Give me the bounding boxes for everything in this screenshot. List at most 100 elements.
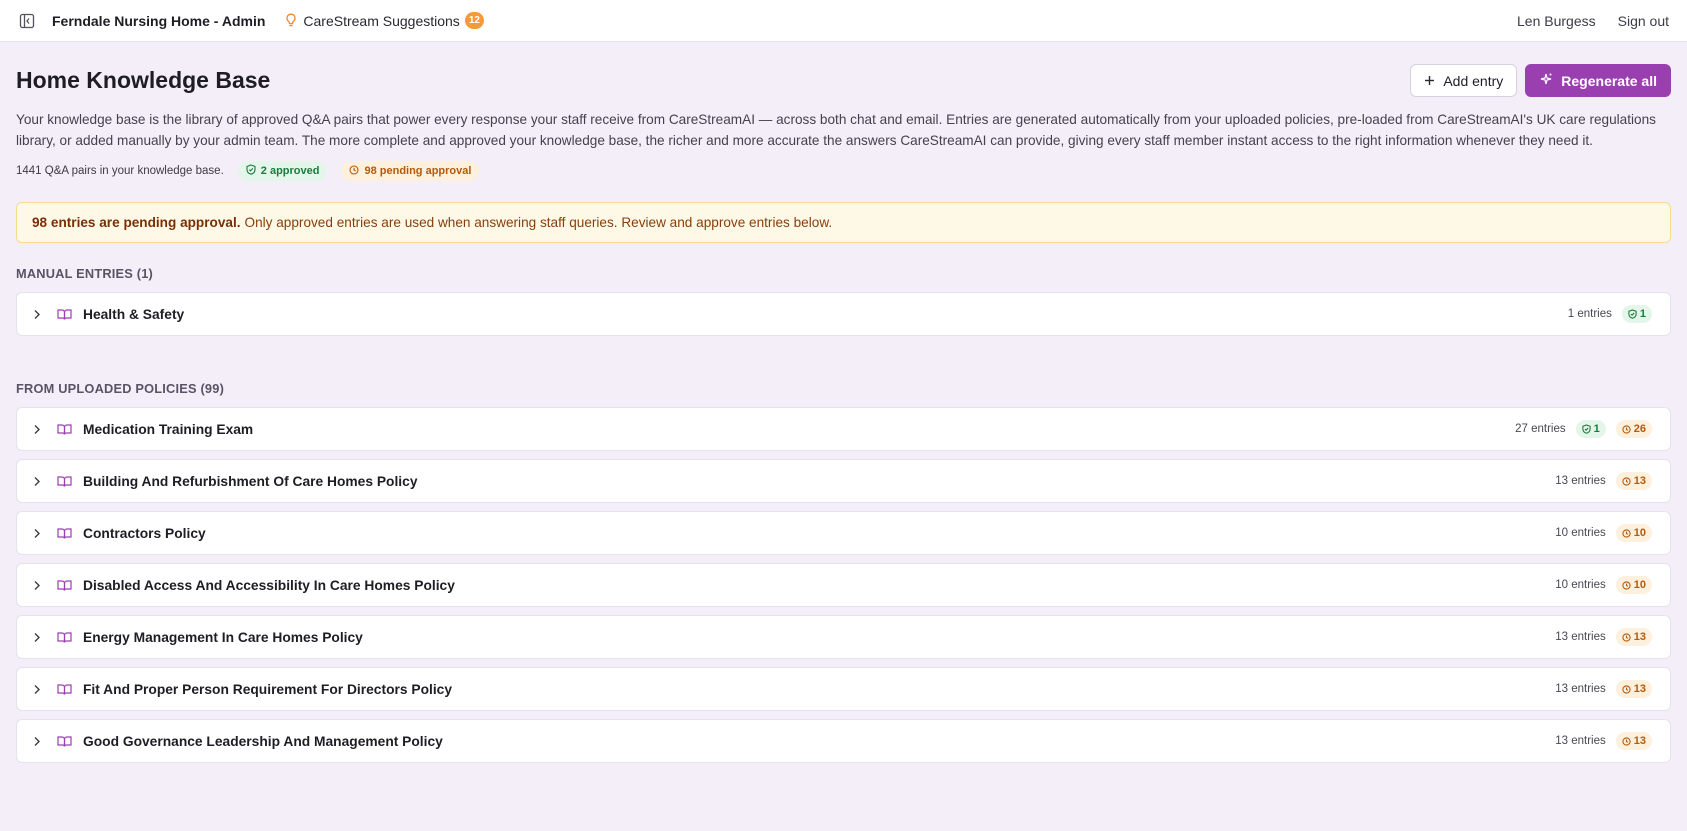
main-content: Home Knowledge Base Add entry Regenerate… — [0, 64, 1687, 763]
header-actions: Add entry Regenerate all — [1410, 64, 1671, 97]
add-entry-button[interactable]: Add entry — [1410, 64, 1518, 97]
group-name: Energy Management In Care Homes Policy — [83, 629, 363, 645]
plus-icon — [1424, 73, 1435, 89]
sign-out-link[interactable]: Sign out — [1618, 13, 1669, 29]
book-icon — [57, 527, 73, 540]
pending-count-badge: 10 — [1615, 524, 1652, 542]
chevron-right-icon[interactable] — [33, 309, 43, 320]
chevron-right-icon[interactable] — [33, 632, 43, 643]
entry-count: 13 entries — [1555, 683, 1606, 695]
book-icon — [57, 475, 73, 488]
manual-section-title: MANUAL ENTRIES (1) — [16, 266, 154, 281]
entry-count: 13 entries — [1555, 631, 1606, 643]
chevron-right-icon[interactable] — [33, 476, 43, 487]
user-menu: Len Burgess Sign out — [1517, 13, 1669, 29]
group-name: Health & Safety — [83, 306, 185, 322]
pending-count-badge: 13 — [1615, 628, 1652, 646]
chevron-right-icon[interactable] — [33, 580, 43, 591]
pending-label: 98 pending approval — [364, 165, 472, 177]
policy-group-row[interactable]: Health & Safety 1 entries 1 — [16, 292, 1671, 336]
pending-alert: 98 entries are pending approval. Only ap… — [16, 202, 1671, 243]
book-icon — [57, 308, 73, 321]
book-icon — [57, 683, 73, 696]
policy-group-row[interactable]: Energy Management In Care Homes Policy 13… — [16, 615, 1671, 659]
group-name: Medication Training Exam — [83, 421, 254, 437]
pending-count: 13 — [1633, 631, 1646, 643]
pending-count: 26 — [1633, 423, 1646, 435]
policy-group-row[interactable]: Building And Refurbishment Of Care Homes… — [16, 459, 1671, 503]
policy-group-row[interactable]: Medication Training Exam 27 entries 1 26 — [16, 407, 1671, 451]
pending-count-badge: 13 — [1615, 680, 1652, 698]
pending-count: 13 — [1633, 683, 1646, 695]
clock-icon — [1622, 632, 1631, 642]
alert-bold: 98 entries are pending approval. — [32, 215, 241, 230]
uploaded-group-list: Medication Training Exam 27 entries 1 26 Bui… — [16, 407, 1671, 763]
user-name[interactable]: Len Burgess — [1517, 13, 1596, 29]
group-meta: 13 entries 13 — [1555, 680, 1652, 698]
clock-icon — [1622, 736, 1631, 746]
entry-count: 10 entries — [1555, 527, 1606, 539]
group-name: Building And Refurbishment Of Care Homes… — [83, 473, 418, 489]
pending-count: 13 — [1633, 475, 1646, 487]
lightbulb-icon — [285, 13, 297, 28]
approved-count-badge: 1 — [1575, 420, 1606, 438]
sparkles-icon — [1539, 72, 1553, 89]
pending-count: 10 — [1633, 579, 1646, 591]
policy-group-row[interactable]: Good Governance Leadership And Managemen… — [16, 719, 1671, 763]
chevron-right-icon[interactable] — [33, 528, 43, 539]
policy-group-row[interactable]: Contractors Policy 10 entries 10 — [16, 511, 1671, 555]
sidebar-toggle-icon[interactable] — [18, 12, 36, 30]
chevron-right-icon[interactable] — [33, 684, 43, 695]
chevron-right-icon[interactable] — [33, 736, 43, 747]
intro-text: Your knowledge base is the library of ap… — [16, 112, 1656, 148]
shield-check-icon — [1581, 424, 1591, 434]
chevron-right-icon[interactable] — [33, 424, 43, 435]
book-icon — [57, 631, 73, 644]
book-icon — [57, 735, 73, 748]
group-name: Disabled Access And Accessibility In Car… — [83, 577, 455, 593]
group-meta: 13 entries 13 — [1555, 732, 1652, 750]
shield-check-icon — [1628, 309, 1637, 319]
entry-count: 13 entries — [1555, 735, 1606, 747]
group-meta: 10 entries 10 — [1555, 576, 1652, 594]
group-meta: 27 entries 1 26 — [1515, 420, 1652, 438]
clock-icon — [1622, 424, 1631, 434]
book-icon — [57, 579, 73, 592]
top-bar: Ferndale Nursing Home - Admin CareStream… — [0, 0, 1687, 42]
suggestions-label: CareStream Suggestions — [303, 12, 460, 29]
policy-group-row[interactable]: Fit And Proper Person Requirement For Di… — [16, 667, 1671, 711]
policy-group-row[interactable]: Disabled Access And Accessibility In Car… — [16, 563, 1671, 607]
book-icon — [57, 423, 73, 436]
page-header: Home Knowledge Base Add entry Regenerate… — [16, 64, 1671, 97]
group-meta: 10 entries 10 — [1555, 524, 1652, 542]
add-entry-label: Add entry — [1443, 72, 1504, 89]
approved-badge: 2 approved — [237, 161, 328, 181]
pending-badge: 98 pending approval — [341, 161, 480, 181]
entry-count: 13 entries — [1555, 475, 1606, 487]
group-name: Good Governance Leadership And Managemen… — [83, 733, 443, 749]
group-meta: 1 entries 1 — [1568, 305, 1652, 323]
approved-count-badge: 1 — [1621, 305, 1652, 323]
entry-count: 27 entries — [1515, 423, 1566, 435]
regenerate-all-button[interactable]: Regenerate all — [1525, 64, 1671, 97]
pending-count: 13 — [1633, 735, 1646, 747]
alert-text: Only approved entries are used when answ… — [244, 215, 833, 230]
clock-icon — [1622, 684, 1631, 694]
shield-check-icon — [246, 164, 256, 178]
pending-count-badge: 10 — [1615, 576, 1652, 594]
pending-count: 10 — [1633, 527, 1646, 539]
uploaded-section-title: FROM UPLOADED POLICIES (99) — [16, 381, 225, 396]
group-meta: 13 entries 13 — [1555, 472, 1652, 490]
clock-icon — [1622, 476, 1631, 486]
suggestions-count-badge: 12 — [464, 12, 484, 29]
approved-label: 2 approved — [260, 165, 320, 177]
pending-count-badge: 13 — [1615, 732, 1652, 750]
page-title: Home Knowledge Base — [16, 67, 271, 93]
entry-count: 10 entries — [1555, 579, 1606, 591]
suggestions-link[interactable]: CareStream Suggestions 12 — [285, 12, 484, 29]
clock-icon — [349, 164, 360, 178]
clock-icon — [1622, 528, 1631, 538]
pending-count-badge: 13 — [1615, 472, 1652, 490]
entry-count: 1 entries — [1567, 308, 1612, 320]
group-name: Fit And Proper Person Requirement For Di… — [83, 681, 453, 697]
